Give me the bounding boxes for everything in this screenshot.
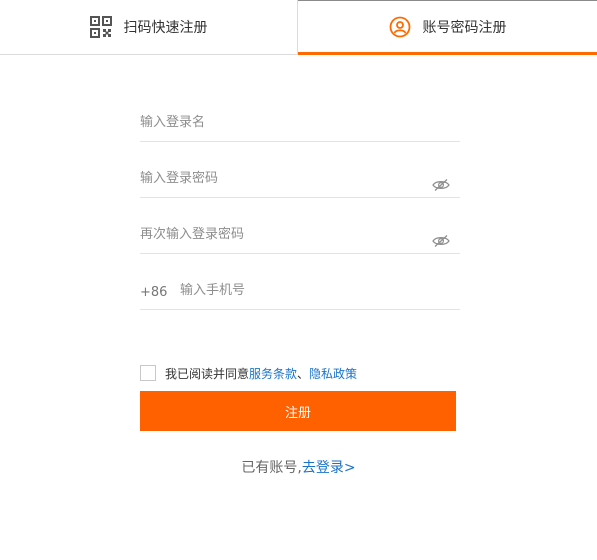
agreement-prefix: 我已阅读并同意 — [165, 366, 250, 381]
privacy-link[interactable]: 隐私政策 — [309, 367, 357, 381]
login-prompt: 已有账号,去登录> — [0, 457, 597, 477]
qr-code-icon — [89, 16, 112, 38]
tab-qr-inner: 扫码快速注册 — [89, 16, 208, 38]
register-button[interactable]: 注册 — [140, 391, 456, 431]
tab-qr-register[interactable]: 扫码快速注册 — [0, 0, 298, 55]
country-code[interactable]: +86 — [140, 285, 167, 300]
tab-account-register[interactable]: 账号密码注册 — [298, 0, 597, 55]
register-form: +86 — [140, 100, 460, 310]
eye-hidden-icon[interactable] — [432, 177, 450, 191]
agreement-checkbox[interactable] — [140, 365, 156, 381]
tab-account-label: 账号密码注册 — [422, 20, 507, 36]
login-prompt-text: 已有账号, — [241, 460, 302, 476]
password-input[interactable] — [140, 167, 420, 189]
phone-input[interactable] — [180, 279, 420, 301]
tab-account-inner: 账号密码注册 — [389, 16, 507, 38]
eye-hidden-icon[interactable] — [432, 233, 450, 247]
confirm-password-input[interactable] — [140, 223, 420, 245]
agreement-text: 我已阅读并同意服务条款、隐私政策 — [165, 365, 357, 382]
agreement-separator: 、 — [297, 366, 310, 381]
terms-link[interactable]: 服务条款 — [249, 367, 297, 381]
confirm-password-field — [140, 198, 460, 254]
register-tabs: 扫码快速注册 账号密码注册 — [0, 0, 597, 55]
user-circle-icon — [389, 16, 411, 38]
tab-qr-label: 扫码快速注册 — [123, 20, 208, 36]
login-link[interactable]: 去登录> — [302, 460, 356, 476]
username-field — [140, 100, 460, 142]
agreement-row: 我已阅读并同意服务条款、隐私政策 — [140, 364, 460, 382]
phone-field: +86 — [140, 254, 460, 310]
username-input[interactable] — [140, 111, 420, 133]
password-field — [140, 142, 460, 198]
